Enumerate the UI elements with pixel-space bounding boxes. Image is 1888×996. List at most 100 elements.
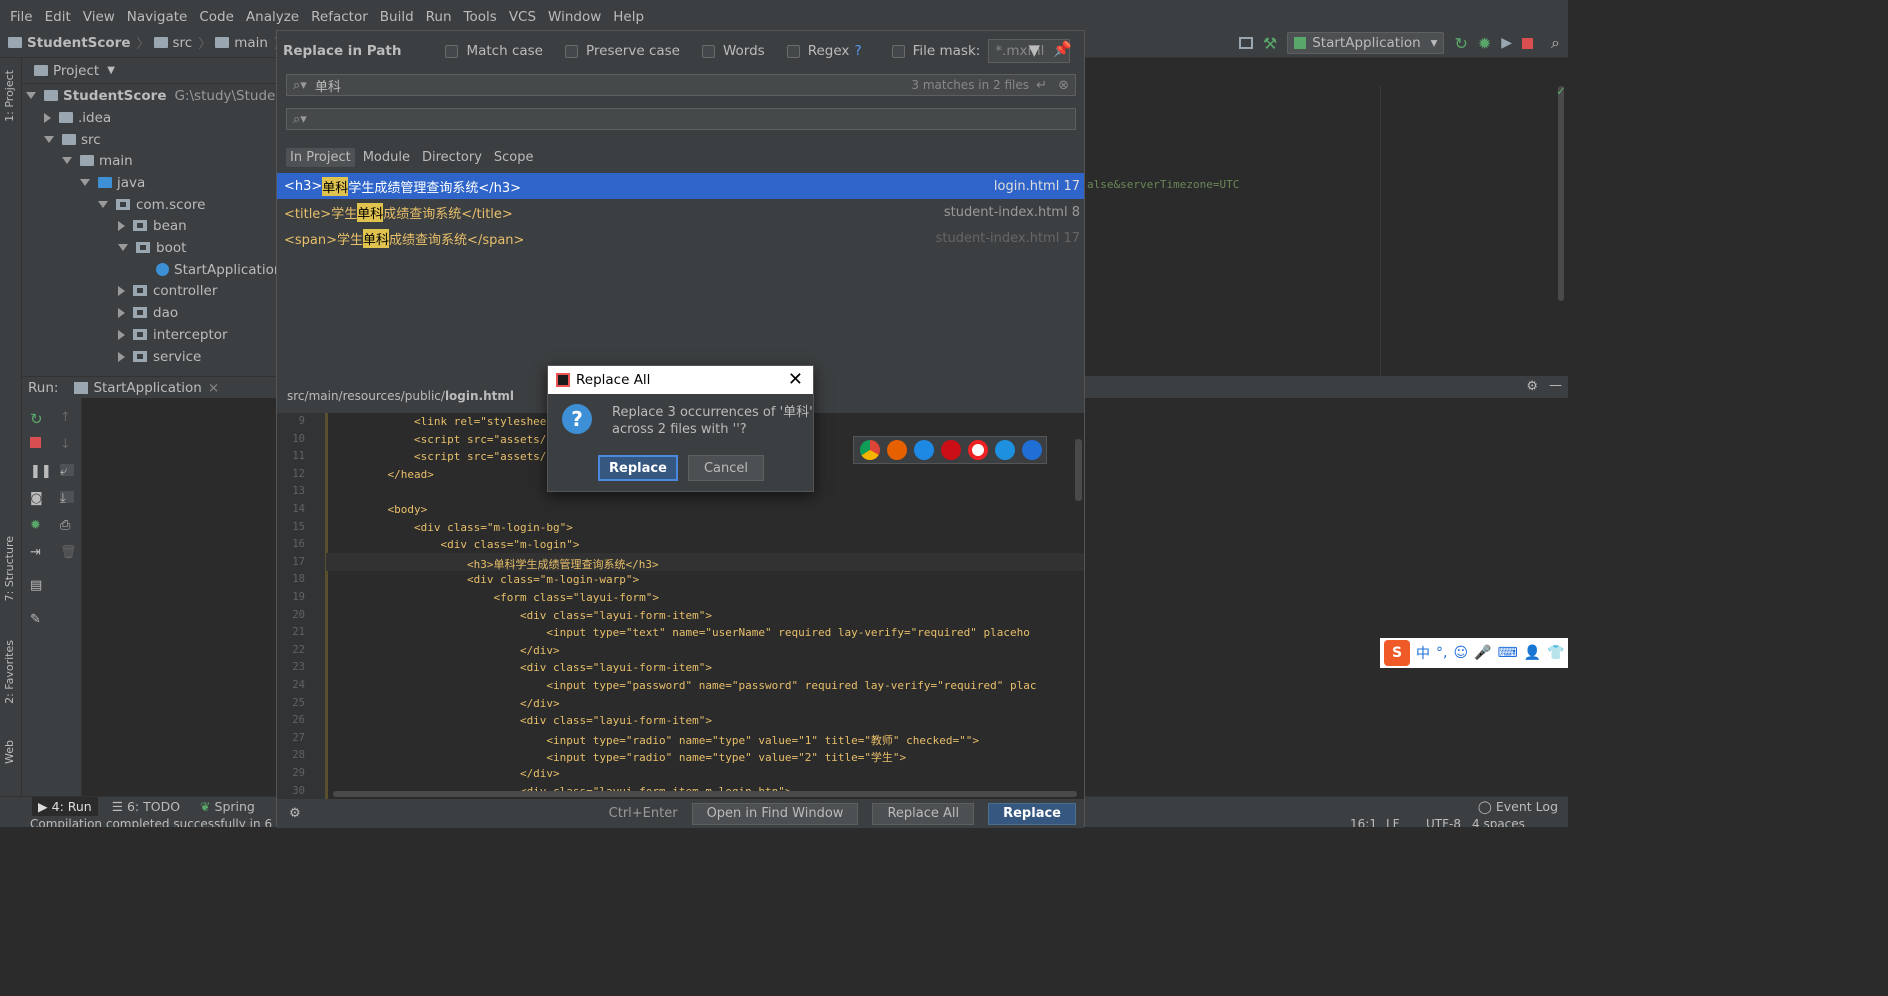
menu-file[interactable]: File [4, 9, 39, 25]
tree-item-idea[interactable]: .idea [44, 107, 111, 128]
menu-navigate[interactable]: Navigate [121, 9, 194, 25]
tree-item-start-application[interactable]: StartApplication [156, 259, 282, 280]
opera-icon[interactable] [941, 440, 961, 460]
new-line-icon[interactable]: ↵ [1036, 78, 1047, 93]
minimize-icon[interactable]: — [1549, 378, 1562, 393]
breadcrumb-main[interactable]: main [215, 35, 268, 51]
tree-item-java[interactable]: java [80, 172, 145, 193]
punctuation-icon[interactable]: °, [1436, 645, 1447, 661]
replace-input[interactable]: ⌕▾ [286, 108, 1076, 130]
menu-run[interactable]: Run [420, 9, 458, 25]
expand-arrow-icon[interactable] [118, 244, 128, 251]
debug-icon[interactable]: ✹ [1478, 34, 1491, 53]
microphone-icon[interactable]: 🎤 [1474, 645, 1491, 661]
file-encoding[interactable]: UTF-8 [1426, 817, 1461, 827]
sogou-logo-icon[interactable]: S [1384, 640, 1410, 666]
run-configuration-select[interactable]: StartApplication ▾ [1287, 32, 1445, 54]
expand-arrow-icon[interactable] [118, 329, 125, 340]
expand-arrow-icon[interactable] [98, 201, 108, 208]
keyboard-icon[interactable]: ⌨ [1498, 645, 1518, 661]
horizontal-scrollbar[interactable] [333, 791, 1077, 797]
settings-gear-icon[interactable]: ⚙ [289, 806, 301, 821]
regex-checkbox[interactable]: Regex? [786, 43, 862, 59]
ime-language[interactable]: 中 [1416, 643, 1430, 663]
debug-icon[interactable]: ✹ [30, 518, 44, 533]
clear-icon[interactable]: ⊗ [1058, 78, 1069, 93]
result-row[interactable]: <title>学生 单科 成绩查询系统</title> student-index.h… [277, 199, 1084, 225]
expand-arrow-icon[interactable] [80, 179, 90, 186]
scope-in-project[interactable]: In Project [286, 147, 355, 167]
replace-all-button[interactable]: Replace All [872, 802, 975, 825]
tree-item-bean[interactable]: bean [118, 215, 187, 236]
scope-custom[interactable]: Scope [490, 148, 538, 167]
emoji-icon[interactable]: ☺ [1453, 645, 1468, 661]
pin-icon[interactable]: ✎ [30, 612, 44, 627]
cancel-button[interactable]: Cancel [688, 455, 764, 481]
internet-explorer-icon[interactable] [995, 440, 1015, 460]
skin-icon[interactable]: 👕 [1547, 645, 1564, 661]
tab-structure[interactable]: 7: Structure [3, 536, 16, 601]
tree-root[interactable]: StudentScore G:\study\StudentSco [26, 85, 313, 106]
scope-directory[interactable]: Directory [418, 148, 486, 167]
close-icon[interactable]: ✕ [788, 369, 803, 390]
yandex-icon[interactable] [968, 440, 988, 460]
event-log-button[interactable]: ◯ Event Log [1478, 799, 1558, 814]
print-icon[interactable]: ⎙ [60, 518, 74, 533]
chrome-icon[interactable] [860, 440, 880, 460]
tree-item-service[interactable]: service [118, 346, 201, 367]
tree-item-main[interactable]: main [62, 150, 133, 171]
tab-web[interactable]: Web [3, 740, 16, 764]
search-icon[interactable]: ⌕ [1551, 33, 1560, 53]
expand-arrow-icon[interactable] [44, 136, 54, 143]
open-in-find-window-button[interactable]: Open in Find Window [691, 802, 859, 825]
stop-icon[interactable] [30, 437, 41, 448]
menu-analyze[interactable]: Analyze [240, 9, 305, 25]
menu-tools[interactable]: Tools [458, 9, 503, 25]
line-separator[interactable]: LF [1386, 817, 1400, 827]
firefox-icon[interactable] [887, 440, 907, 460]
expand-arrow-icon[interactable] [62, 157, 72, 164]
trash-icon[interactable]: 🗑 [60, 545, 77, 560]
build-hammer-icon[interactable]: ⚒ [1263, 34, 1277, 53]
expand-arrow-icon[interactable] [118, 220, 125, 231]
scope-module[interactable]: Module [359, 148, 414, 167]
scrollbar[interactable] [1075, 439, 1082, 501]
up-arrow-icon[interactable]: ↑ [60, 410, 74, 425]
preserve-case-checkbox[interactable]: Preserve case [565, 43, 680, 59]
menu-code[interactable]: Code [193, 9, 240, 25]
regex-help-link[interactable]: ? [854, 43, 861, 59]
gear-icon[interactable]: ⚙ [1526, 379, 1538, 394]
expand-arrow-icon[interactable] [26, 92, 36, 99]
tab-favorites[interactable]: 2: Favorites [3, 640, 16, 704]
user-icon[interactable]: 👤 [1524, 645, 1541, 661]
tree-item-interceptor[interactable]: interceptor [118, 324, 228, 345]
scrollbar[interactable] [1558, 86, 1564, 301]
tree-item-controller[interactable]: controller [118, 280, 217, 301]
menu-edit[interactable]: Edit [39, 9, 77, 25]
scroll-to-end-icon[interactable]: ⤓ [60, 491, 74, 506]
tab-run[interactable]: ▶ 4: Run [32, 796, 98, 817]
tab-project[interactable]: 1: Project [3, 70, 16, 122]
run-with-coverage-icon[interactable]: ▶ [1501, 35, 1512, 51]
tab-spring[interactable]: ❦ Spring [200, 799, 255, 814]
filter-icon[interactable]: ▼ [1028, 41, 1040, 59]
pause-icon[interactable]: ❚❚ [30, 464, 52, 479]
match-case-checkbox[interactable]: Match case [445, 43, 543, 59]
tab-todo[interactable]: ☰ 6: TODO [112, 799, 180, 814]
tree-item-boot[interactable]: boot [118, 237, 186, 258]
breadcrumb-project[interactable]: StudentScore [8, 35, 131, 51]
layout-icon[interactable] [1238, 37, 1253, 49]
menu-help[interactable]: Help [607, 9, 650, 25]
edge-icon[interactable] [1022, 440, 1042, 460]
rerun-icon[interactable]: ↻ [1454, 34, 1467, 53]
menu-window[interactable]: Window [542, 9, 607, 25]
result-row[interactable]: <h3> 单科 学生成绩管理查询系统</h3> login.html 17 [277, 173, 1084, 199]
search-input[interactable]: ⌕▾ 单科 3 matches in 2 files ↵ ⊗ [286, 74, 1076, 96]
result-row[interactable]: <span>学生 单科 成绩查询系统</span> student-index.htm… [277, 225, 1084, 251]
menu-view[interactable]: View [77, 9, 121, 25]
project-view-selector[interactable]: Project [53, 63, 99, 79]
rerun-icon[interactable]: ↻ [30, 410, 44, 428]
menu-refactor[interactable]: Refactor [305, 9, 374, 25]
expand-arrow-icon[interactable] [44, 112, 51, 123]
down-arrow-icon[interactable]: ↓ [60, 437, 74, 452]
